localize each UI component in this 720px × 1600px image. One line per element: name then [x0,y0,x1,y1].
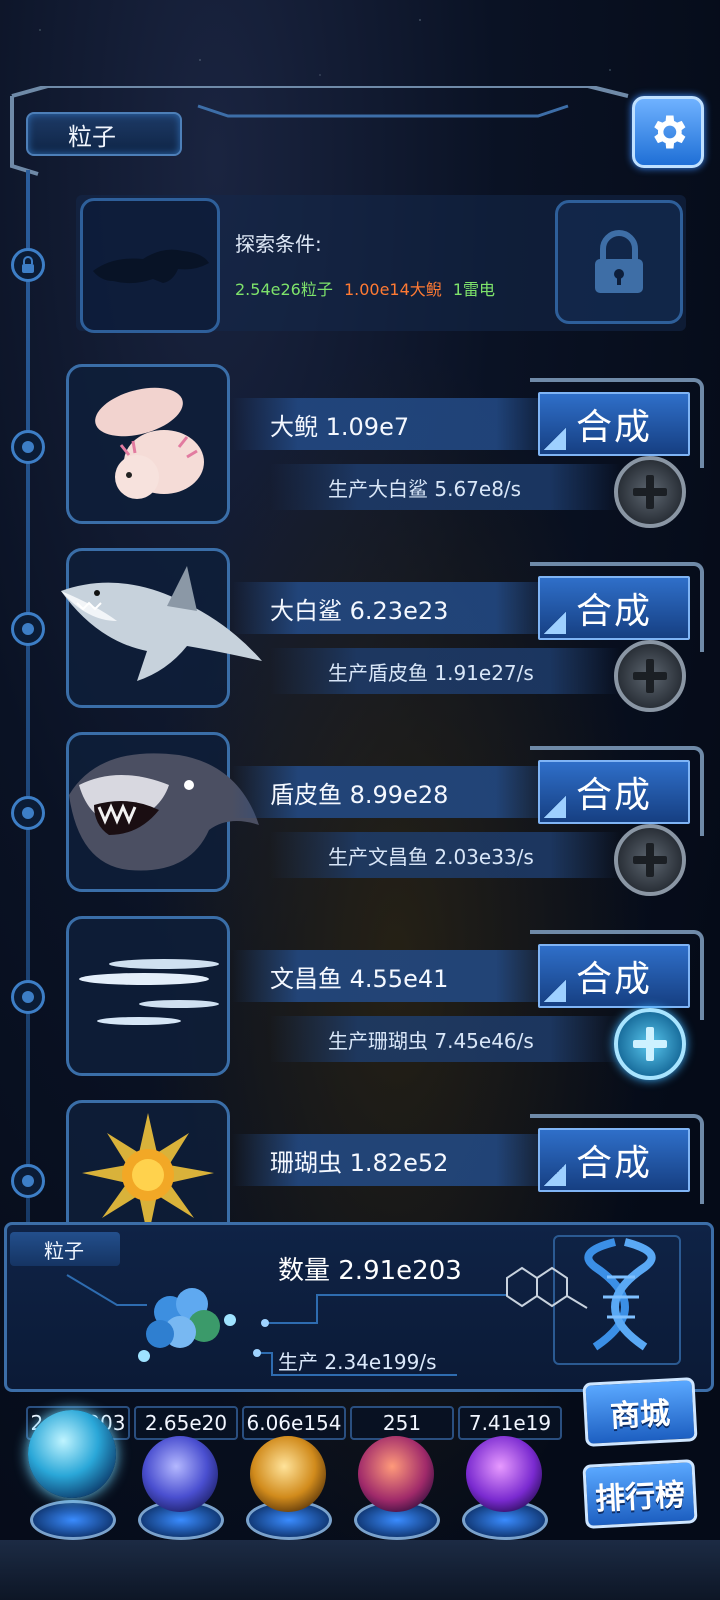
gear-icon [654,115,686,149]
resource-value-sun: 6.06e154 [242,1406,346,1440]
page-title: 粒子 [26,112,182,156]
padlock-icon [595,230,643,293]
merge-button[interactable]: 合成 [538,760,690,824]
upgrade-plus-button[interactable] [614,824,686,896]
creature-thumb[interactable] [66,364,230,524]
creature-name-count: 大白鲨 6.23e23 [232,582,562,634]
upgrade-plus-button[interactable] [614,456,686,528]
axolotl-icon [95,387,204,499]
creature-row-lancelet: 文昌鱼 4.55e41 合成 生产珊瑚虫 7.45e46/s [0,916,720,1096]
creature-name-count: 大鲵 1.09e7 [232,398,562,450]
particle-orb-icon[interactable] [28,1410,116,1498]
explore-condition-label: 探索条件: [235,232,322,256]
production-rate: 生产文昌鱼 2.03e33/s [270,832,620,878]
particle-production: 生产 2.34e199/s [278,1350,437,1374]
particle-cluster-icon [138,1288,236,1362]
galaxy-orb-icon[interactable] [466,1436,542,1512]
lancelet-icon [79,959,219,1025]
orb-pedestal [30,1500,116,1540]
coral-polyp-icon [82,1113,214,1222]
resource-tag: 粒子 [10,1232,120,1266]
creature-name-count: 盾皮鱼 8.99e28 [232,766,562,818]
requirement-particles: 2.54e26粒子 [235,280,333,299]
rail-lock-node [11,248,45,282]
plus-icon [633,1027,667,1061]
merge-button[interactable]: 合成 [538,944,690,1008]
resource-value-galaxy: 7.41e19 [458,1406,562,1440]
production-rate: 生产盾皮鱼 1.91e27/s [270,648,620,694]
particle-quantity: 数量 2.91e203 [278,1256,462,1286]
thunder-orb-icon[interactable] [142,1436,218,1512]
creature-thumb[interactable] [61,548,262,708]
requirement-salamander: 1.00e14大鲵 [343,280,442,299]
creature-row-coral-polyp: 珊瑚虫 1.82e52 合成 [0,1100,720,1222]
settings-button[interactable] [632,96,704,168]
resource-value-brain: 251 [350,1406,454,1440]
plus-icon [633,843,667,877]
creature-thumb[interactable] [66,1100,230,1222]
plus-icon [633,475,667,509]
production-rate: 生产大白鲨 5.67e8/s [270,464,620,510]
resource-value-thunder: 2.65e20 [134,1406,238,1440]
creature-name-count: 文昌鱼 4.55e41 [232,950,562,1002]
creature-row-salamander: 大鲵 1.09e7 合成 生产大白鲨 5.67e8/s [0,364,720,544]
production-rate: 生产珊瑚虫 7.45e46/s [270,1016,620,1062]
merge-button[interactable]: 合成 [538,576,690,640]
creature-thumb[interactable] [66,916,230,1076]
sun-orb-icon[interactable] [250,1436,326,1512]
locked-creature-thumb [80,198,220,333]
creature-thumb[interactable] [66,732,259,892]
upgrade-plus-button[interactable] [614,1008,686,1080]
explore-requirements: 2.54e26粒子 1.00e14大鲵 1雷电 [235,276,501,300]
creature-row-shark: 大白鲨 6.23e23 合成 生产盾皮鱼 1.91e27/s [0,548,720,728]
molecule-icon [506,1266,588,1309]
merge-button[interactable]: 合成 [538,392,690,456]
ranking-button[interactable]: 排行榜 [582,1459,698,1529]
upgrade-plus-button[interactable] [614,640,686,712]
plus-icon [633,659,667,693]
requirement-thunder: 1雷电 [452,280,496,299]
locked-explore-button[interactable] [555,200,683,324]
merge-button[interactable]: 合成 [538,1128,690,1192]
creature-silhouette-icon [93,249,209,284]
page-title-text: 粒子 [68,122,116,151]
creature-name-count: 珊瑚虫 1.82e52 [232,1134,562,1186]
lock-icon [22,256,34,273]
creature-row-dunkleosteus: 盾皮鱼 8.99e28 合成 生产文昌鱼 2.03e33/s [0,732,720,912]
bottom-frame-strip [0,1540,720,1600]
shop-button[interactable]: 商城 [582,1377,698,1447]
brain-orb-icon[interactable] [358,1436,434,1512]
